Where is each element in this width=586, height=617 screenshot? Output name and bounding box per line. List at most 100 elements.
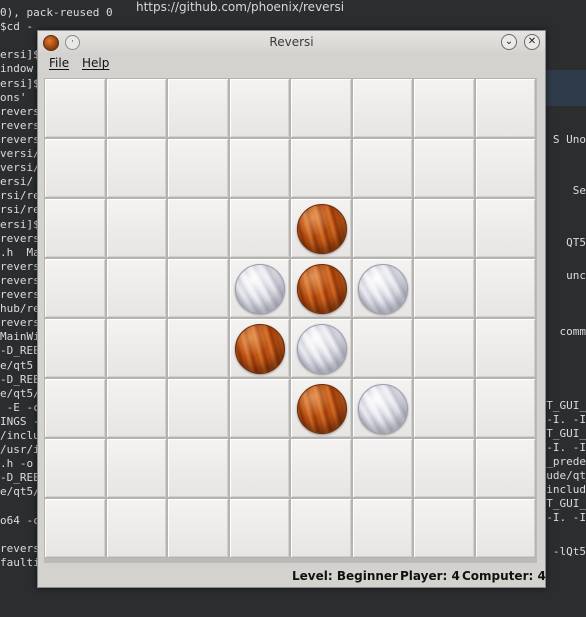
- terminal-line: revers: [0, 288, 40, 301]
- board-cell[interactable]: [413, 258, 475, 318]
- board-cell[interactable]: [105, 438, 167, 498]
- board-cell[interactable]: [413, 498, 475, 558]
- board-cell[interactable]: [351, 258, 413, 318]
- board-cell[interactable]: [228, 198, 290, 258]
- board-cell[interactable]: [44, 438, 106, 498]
- terminal-line: revers: [0, 132, 40, 146]
- board-cell[interactable]: [44, 258, 106, 318]
- terminal-line-right: T_GUI_: [546, 427, 586, 440]
- board-cell[interactable]: [228, 318, 290, 378]
- menu-file[interactable]: File: [49, 56, 69, 70]
- terminal-line: revers: [0, 118, 40, 132]
- board-cell[interactable]: [474, 498, 536, 558]
- board-cell[interactable]: [474, 138, 536, 198]
- terminal-line: $cd -: [0, 20, 34, 34]
- terminal-line: rsi/re: [0, 203, 40, 217]
- board-cell[interactable]: [290, 198, 352, 258]
- board-cell[interactable]: [44, 378, 106, 438]
- board-cell[interactable]: [474, 378, 536, 438]
- minimize-button[interactable]: ⌄: [501, 34, 517, 50]
- board-cell[interactable]: [105, 198, 167, 258]
- terminal-line-right: _prede: [546, 455, 586, 468]
- board-cell[interactable]: [167, 138, 229, 198]
- terminal-line: .h -o: [0, 457, 34, 471]
- board-cell[interactable]: [44, 318, 106, 378]
- board-cell[interactable]: [474, 198, 536, 258]
- board-cell[interactable]: [290, 318, 352, 378]
- board-cell[interactable]: [167, 258, 229, 318]
- terminal-line-right: T_GUI_: [546, 399, 586, 412]
- board-cell[interactable]: [474, 258, 536, 318]
- level-status: Level: Beginner: [292, 569, 398, 583]
- terminal-line: revers: [0, 541, 40, 555]
- board-cell[interactable]: [228, 438, 290, 498]
- board-cell[interactable]: [105, 378, 167, 438]
- board-cell[interactable]: [351, 198, 413, 258]
- board-cell[interactable]: [351, 138, 413, 198]
- board-cell[interactable]: [413, 198, 475, 258]
- board-cell[interactable]: [413, 378, 475, 438]
- board-cell[interactable]: [44, 498, 106, 558]
- board-cell[interactable]: [167, 498, 229, 558]
- terminal-line-right: S Uno: [552, 133, 586, 146]
- board-cell[interactable]: [228, 138, 290, 198]
- board-cell[interactable]: [351, 498, 413, 558]
- terminal-line: ersi/: [0, 175, 34, 189]
- board-cell[interactable]: [474, 438, 536, 498]
- board-cell[interactable]: [167, 438, 229, 498]
- terminal-line-right: Se: [572, 184, 586, 197]
- terminal-line: indow: [0, 62, 34, 76]
- board-cell[interactable]: [351, 438, 413, 498]
- board-cell[interactable]: [228, 78, 290, 138]
- board-cell[interactable]: [290, 78, 352, 138]
- board-cell[interactable]: [167, 198, 229, 258]
- close-button[interactable]: ✕: [524, 34, 540, 50]
- terminal-line-right: -I. -I: [546, 511, 586, 524]
- menu-bar: File Help: [38, 53, 545, 73]
- board-cell[interactable]: [44, 138, 106, 198]
- board-cell[interactable]: [105, 138, 167, 198]
- title-bar[interactable]: · Reversi ⌄ ✕: [38, 31, 545, 53]
- computer-piece: [235, 324, 286, 374]
- board-cell[interactable]: [351, 78, 413, 138]
- board-cell[interactable]: [413, 138, 475, 198]
- board-cell[interactable]: [413, 438, 475, 498]
- menu-help[interactable]: Help: [82, 56, 109, 70]
- board-cell[interactable]: [290, 438, 352, 498]
- terminal-line: hub/re: [0, 302, 40, 316]
- terminal-line: /usr/i: [0, 443, 40, 457]
- board-cell[interactable]: [351, 378, 413, 438]
- board-cell[interactable]: [413, 78, 475, 138]
- board-cell[interactable]: [105, 78, 167, 138]
- board-cell[interactable]: [474, 78, 536, 138]
- computer-piece: [296, 204, 347, 254]
- terminal-line-right: includ: [546, 483, 586, 496]
- board-cell[interactable]: [228, 378, 290, 438]
- terminal-line: -D_REE: [0, 344, 40, 358]
- terminal-line: MainWi: [0, 330, 40, 344]
- board-cell[interactable]: [413, 318, 475, 378]
- board-cell[interactable]: [105, 258, 167, 318]
- board-cell[interactable]: [167, 378, 229, 438]
- board-cell[interactable]: [228, 258, 290, 318]
- board-cell[interactable]: [167, 78, 229, 138]
- status-bar: Level: Beginner Player: 4 Computer: 4: [38, 565, 546, 587]
- terminal-line-right: QT5: [566, 236, 586, 249]
- board-cell[interactable]: [290, 258, 352, 318]
- terminal-line: revers: [0, 259, 40, 273]
- board-cell[interactable]: [44, 78, 106, 138]
- board-cell[interactable]: [290, 498, 352, 558]
- board-cell[interactable]: [44, 198, 106, 258]
- board-cell[interactable]: [474, 318, 536, 378]
- board-cell[interactable]: [105, 318, 167, 378]
- terminal-line: /inclu: [0, 429, 40, 442]
- board-cell[interactable]: [290, 378, 352, 438]
- terminal-line-right: -I. -I: [546, 413, 586, 426]
- board-cell[interactable]: [290, 138, 352, 198]
- terminal-line: e/qt5: [0, 358, 34, 372]
- board-cell[interactable]: [105, 498, 167, 558]
- terminal-line: revers: [0, 231, 40, 245]
- board-cell[interactable]: [351, 318, 413, 378]
- board-cell[interactable]: [167, 318, 229, 378]
- board-cell[interactable]: [228, 498, 290, 558]
